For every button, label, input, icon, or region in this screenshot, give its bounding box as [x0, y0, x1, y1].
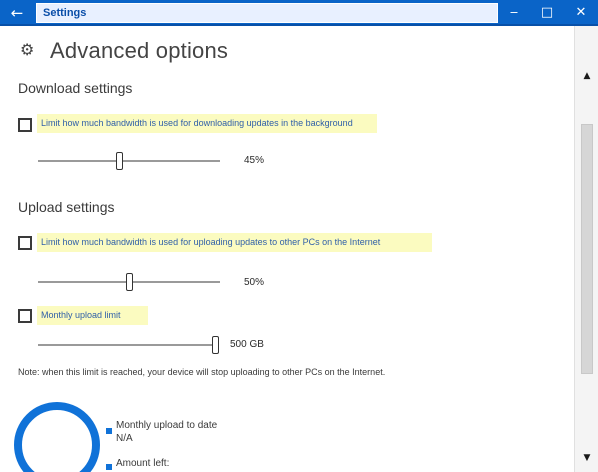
gear-icon: ⚙ — [20, 40, 35, 59]
upload-limit-note: Note: when this limit is reached, your d… — [18, 367, 386, 377]
upload-slider-thumb[interactable] — [125, 273, 133, 291]
monthly-upload-limit-label[interactable]: Monthly upload limit — [37, 306, 148, 325]
upload-to-date-legend-square — [106, 428, 112, 434]
amount-left-label: Amount left: — [116, 458, 170, 469]
title-bar: ← Settings ‒ □ ✕ — [0, 0, 598, 26]
limit-upload-label[interactable]: Limit how much bandwidth is used for upl… — [37, 233, 432, 252]
monthly-upload-limit-checkbox[interactable] — [18, 309, 32, 323]
page-title: Advanced options — [50, 38, 229, 63]
scroll-up-arrow-icon[interactable]: ▲ — [581, 70, 593, 82]
download-settings-heading: Download settings — [18, 80, 133, 96]
limit-upload-checkbox[interactable] — [18, 236, 32, 250]
vertical-scrollbar[interactable]: ▲ ▼ — [574, 26, 598, 472]
upload-to-date-value: N/A — [116, 433, 133, 444]
scroll-down-arrow-icon[interactable]: ▼ — [581, 452, 593, 464]
monthly-upload-slider-thumb[interactable] — [212, 336, 219, 354]
limit-download-label[interactable]: Limit how much bandwidth is used for dow… — [37, 114, 377, 133]
upload-usage-donut-chart — [14, 402, 100, 472]
maximize-icon[interactable]: □ — [534, 3, 560, 23]
download-slider-thumb[interactable] — [116, 152, 124, 170]
back-arrow-icon[interactable]: ← — [6, 3, 28, 23]
upload-to-date-label: Monthly upload to date — [116, 420, 218, 431]
monthly-upload-slider-value: 500 GB — [230, 339, 264, 350]
upload-settings-heading: Upload settings — [18, 199, 115, 215]
download-slider-track[interactable] — [38, 160, 220, 162]
limit-download-checkbox[interactable] — [18, 118, 32, 132]
monthly-upload-slider-track[interactable] — [38, 344, 216, 346]
close-icon[interactable]: ✕ — [568, 3, 594, 23]
scrollbar-thumb[interactable] — [581, 124, 593, 374]
upload-slider-value: 50% — [244, 277, 265, 288]
amount-left-legend-square — [106, 464, 112, 470]
download-slider-value: 45% — [244, 155, 265, 166]
minimize-icon[interactable]: ‒ — [501, 3, 527, 23]
window-title: Settings — [36, 3, 498, 23]
